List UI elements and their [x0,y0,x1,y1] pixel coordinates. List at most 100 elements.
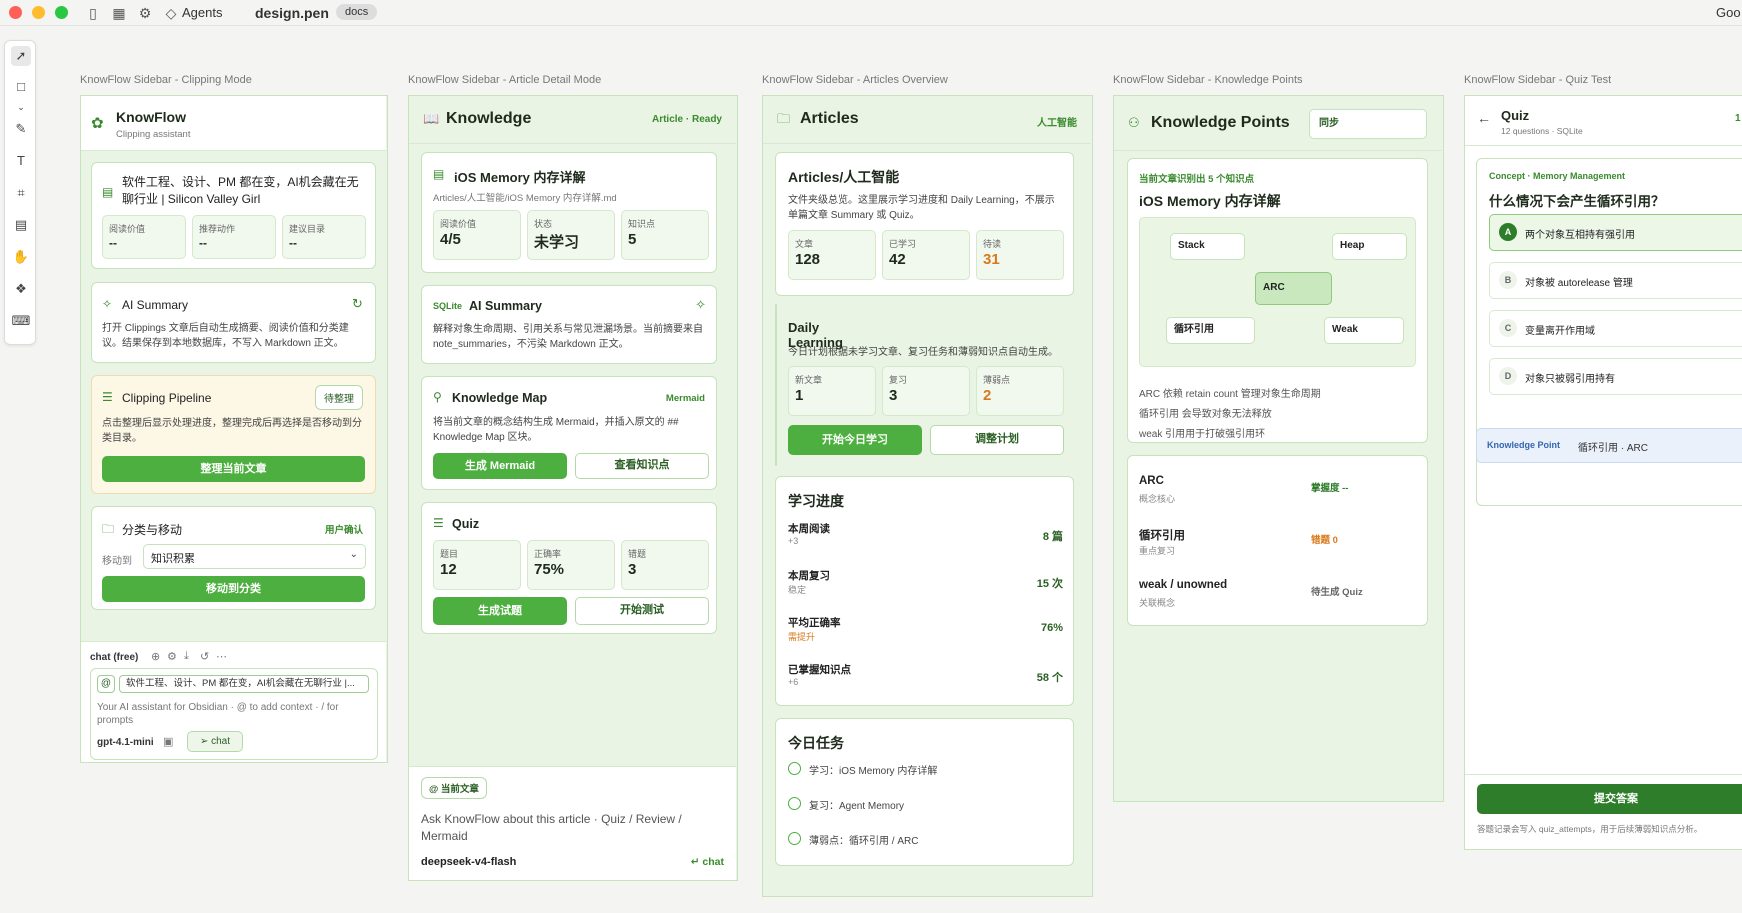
frame-label-clipping: KnowFlow Sidebar - Clipping Mode [80,74,252,86]
kp-row[interactable]: weak / unowned 关联概念 待生成 Quiz [1139,576,1419,616]
category-select[interactable]: 知识积累 ⌄ [143,544,366,569]
organize-article-button[interactable]: 整理当前文章 [102,456,365,482]
close-window-button[interactable] [9,6,22,19]
generate-mermaid-button[interactable]: 生成 Mermaid [433,453,567,479]
chat-send-button[interactable]: ➢ chat [187,731,243,752]
history-icon[interactable]: ↺ [200,650,209,663]
stat-label: 推荐动作 [199,224,236,234]
stat-label: 知识点 [628,219,656,229]
daily-text: 今日计划根据未学习文章、复习任务和薄弱知识点自动生成。 [788,347,1058,358]
kp-row[interactable]: 循环引用 重点复习 错题 0 [1139,524,1419,564]
quiz-option[interactable]: D 对象只被弱引用持有 [1489,358,1742,395]
quiz-concept: Concept · Memory Management [1489,171,1626,181]
stat-box: 建议目录 -- [282,215,366,259]
progress-row: 平均正确率 需提升 76% [788,613,1063,653]
generate-quiz-button[interactable]: 生成试题 [433,597,567,625]
article-status: Article · Ready [651,114,722,125]
minimize-window-button[interactable] [32,6,45,19]
stat-value: -- [289,236,297,250]
pen-tool-icon[interactable]: ✎ [11,119,31,139]
component-tool-icon[interactable]: ❖ [11,279,31,299]
gear-icon[interactable]: ⚙ [136,4,154,22]
quiz-option[interactable]: A 两个对象互相持有强引用 [1489,214,1742,251]
mention-icon[interactable]: @ [97,675,115,693]
frame-tool-icon[interactable]: ⌗ [11,183,31,203]
progress-value: 8 篇 [1042,531,1063,543]
start-test-button[interactable]: 开始测试 [575,597,709,625]
map-node[interactable]: Stack [1170,233,1245,260]
articles-title: Articles [800,110,859,127]
clipping-header: ✿ KnowFlow Clipping assistant [81,96,386,151]
kp-name: weak / unowned [1139,579,1228,591]
task-checkbox[interactable] [788,832,801,845]
quiz-option[interactable]: C 变量离开作用域 [1489,310,1742,347]
model-name[interactable]: gpt-4.1-mini [97,737,154,748]
stat-label: 复习 [889,375,908,385]
sync-button[interactable]: 同步 [1309,109,1427,139]
start-daily-learning-button[interactable]: 开始今日学习 [788,425,922,455]
move-to-category-button[interactable]: 移动到分类 [102,576,365,602]
progress-value: 15 次 [1036,578,1063,590]
stat-label: 已学习 [889,239,917,249]
article-chat-prompt[interactable]: Ask KnowFlow about this article · Quiz /… [421,811,721,845]
tasks-card: 今日任务 学习：iOS Memory 内存详解 复习：Agent Memory 薄弱… [775,718,1074,866]
add-icon[interactable]: ⊕ [151,650,160,663]
task-item[interactable]: 学习：iOS Memory 内存详解 [788,761,1063,781]
quiz-subtitle: 12 questions · SQLite [1501,126,1583,136]
progress-sub: +3 [788,536,799,546]
chat-input-box[interactable]: @ 软件工程、设计、PM 都在变，AI机会藏在无聊行业 |... Your AI… [90,668,378,760]
download-icon[interactable]: ⤓ [184,650,189,663]
task-label: 薄弱点：循环引用 / ARC [809,836,919,847]
articles-tag: 人工智能 [1037,118,1077,129]
chat-placeholder: Your AI assistant for Obsidian · @ to ad… [97,702,339,726]
rectangle-tool-icon[interactable]: □ [11,77,31,97]
stat-box: 正确率 75% [527,540,615,590]
folder-text: 文件夹级总览。这里展示学习进度和 Daily Learning，不展示单篇文章 … [788,195,1055,221]
context-chip[interactable]: 软件工程、设计、PM 都在变，AI机会藏在无聊行业 |... [119,675,369,693]
agents-button[interactable]: Agents [182,5,222,20]
stat-box: 题目 12 [433,540,521,590]
kp-map-card: 当前文章识别出 5 个知识点 iOS Memory 内存详解 Stack Hea… [1127,158,1428,443]
stat-value: 75% [534,561,565,578]
stat-label: 待读 [983,239,1002,249]
text-tool-icon[interactable]: T [11,151,31,171]
select-tool-icon[interactable]: ➚ [11,46,31,66]
task-checkbox[interactable] [788,762,801,775]
view-knowledge-points-button[interactable]: 查看知识点 [575,453,709,479]
grid-icon[interactable]: ▦ [110,4,128,22]
keyboard-icon[interactable]: ⌨ [11,311,31,331]
task-checkbox[interactable] [788,797,801,810]
model-name[interactable]: deepseek-v4-flash [421,856,516,868]
kp-status: 待生成 Quiz [1311,587,1363,598]
back-arrow-icon[interactable]: ← [1477,110,1491,126]
map-node[interactable]: Heap [1332,233,1407,260]
refresh-icon[interactable]: ↻ [352,296,363,312]
hand-tool-icon[interactable]: ✋ [11,247,31,267]
task-item[interactable]: 薄弱点：循环引用 / ARC [788,831,1063,851]
adjust-plan-button[interactable]: 调整计划 [930,425,1064,455]
quiz-option[interactable]: B 对象被 autorelease 管理 [1489,262,1742,299]
checklist-icon: ☰ [102,390,113,404]
zoom-window-button[interactable] [55,6,68,19]
clipping-panel: ✿ KnowFlow Clipping assistant ▤ 软件工程、设计、… [80,95,388,763]
more-icon[interactable]: ⋯ [216,650,227,663]
map-node[interactable]: 循环引用 [1166,317,1255,344]
map-node[interactable]: Weak [1324,317,1404,344]
current-article-chip[interactable]: @ 当前文章 [421,777,487,799]
sqlite-label: SQLite [433,301,463,311]
option-text: 对象只被弱引用持有 [1525,374,1615,385]
gear-icon[interactable]: ⚙ [167,650,177,663]
map-node-active[interactable]: ARC [1255,272,1332,305]
clipping-pipeline-card: ☰ Clipping Pipeline 待整理 点击整理后显示处理进度，整理完成… [91,375,376,494]
chevron-down-icon[interactable]: ⌄ [11,97,31,117]
image-icon[interactable]: ▣ [163,735,173,748]
chat-send-button[interactable]: ↵ chat [691,856,724,868]
ai-summary-title: AI Summary [469,299,542,313]
sidebar-toggle-icon[interactable]: ▯ [84,4,102,22]
submit-answer-button[interactable]: 提交答案 [1477,784,1742,814]
pipeline-badge[interactable]: 待整理 [315,385,363,410]
task-item[interactable]: 复习：Agent Memory [788,796,1063,816]
file-tag[interactable]: docs [336,4,378,20]
kp-row[interactable]: ARC 概念核心 掌握度 -- [1139,472,1419,512]
note-tool-icon[interactable]: ▤ [11,215,31,235]
